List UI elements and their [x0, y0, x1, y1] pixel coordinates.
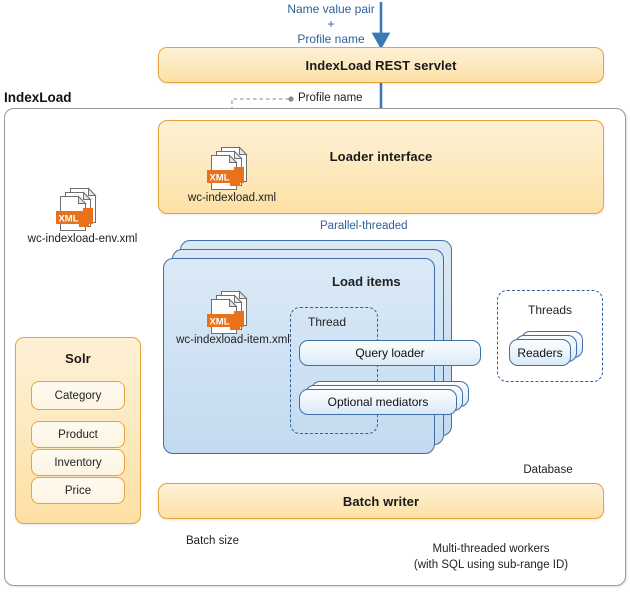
wc-indexload-env-xml-icon: XML: [56, 187, 97, 231]
svg-text:XML: XML: [209, 316, 229, 327]
indexload-rest-servlet-label: IndexLoad REST servlet: [305, 57, 457, 73]
indexload-frame-title: IndexLoad: [4, 90, 72, 105]
solr-item-category[interactable]: Category: [31, 381, 125, 410]
batch-writer-label: Batch writer: [342, 493, 420, 509]
database-label: Database: [523, 464, 573, 476]
multi-threaded-workers-note-line2: (with SQL using sub-range ID): [413, 559, 569, 571]
threads-group-label: Threads: [527, 303, 573, 317]
input-annotation-plus: +: [327, 17, 335, 31]
input-annotation: Name value pair + Profile name: [271, 2, 391, 47]
multi-threaded-workers-note: Multi-threaded workers (with SQL using s…: [412, 541, 570, 573]
wc-indexload-xml-label: wc-indexload.xml: [187, 192, 277, 204]
solr-item-inventory[interactable]: Inventory: [31, 449, 125, 476]
optional-mediators-box[interactable]: Optional mediators: [299, 389, 457, 415]
multi-threaded-workers-note-line1: Multi-threaded workers: [432, 543, 550, 555]
wc-indexload-xml-icon-group: XML: [201, 145, 263, 195]
readers-label: Readers: [517, 345, 563, 360]
query-loader-label: Query loader: [355, 346, 425, 360]
wc-indexload-item-xml-icon: XML: [207, 290, 248, 334]
input-annotation-line3: Profile name: [297, 32, 365, 46]
input-annotation-line1: Name value pair: [287, 2, 375, 16]
svg-text:XML: XML: [58, 213, 78, 224]
solr-item-price[interactable]: Price: [31, 477, 125, 504]
readers-box[interactable]: Readers: [509, 339, 571, 366]
solr-item-product-label: Product: [58, 428, 98, 441]
wc-indexload-item-xml-label: wc-indexload-item.xml: [176, 334, 290, 346]
solr-title: Solr: [65, 351, 91, 366]
optional-mediators-label: Optional mediators: [327, 395, 429, 409]
solr-item-product[interactable]: Product: [31, 421, 125, 448]
wc-indexload-env-xml-label: wc-indexload-env.xml: [27, 233, 138, 245]
solr-item-inventory-label: Inventory: [54, 456, 102, 469]
loader-interface-label: Loader interface: [329, 149, 433, 164]
solr-item-price-label: Price: [64, 484, 92, 497]
wc-indexload-item-xml-icon-group: XML: [201, 289, 263, 339]
thread-group-label: Thread: [308, 315, 347, 329]
solr-item-category-label: Category: [54, 389, 102, 402]
wc-indexload-env-xml-icon-group: XML: [50, 186, 112, 236]
diagram-canvas: Name value pair + Profile name IndexLoad…: [0, 0, 630, 593]
wc-indexload-xml-icon: XML: [207, 146, 248, 190]
profile-name-label: Profile name: [298, 92, 363, 104]
batch-size-label: Batch size: [186, 535, 240, 547]
svg-text:XML: XML: [209, 172, 229, 183]
batch-writer-box[interactable]: Batch writer: [158, 483, 604, 519]
load-items-title: Load items: [332, 274, 401, 289]
query-loader-box[interactable]: Query loader: [299, 340, 481, 366]
indexload-rest-servlet-box[interactable]: IndexLoad REST servlet: [158, 47, 604, 83]
parallel-threaded-label: Parallel-threaded: [320, 220, 408, 232]
